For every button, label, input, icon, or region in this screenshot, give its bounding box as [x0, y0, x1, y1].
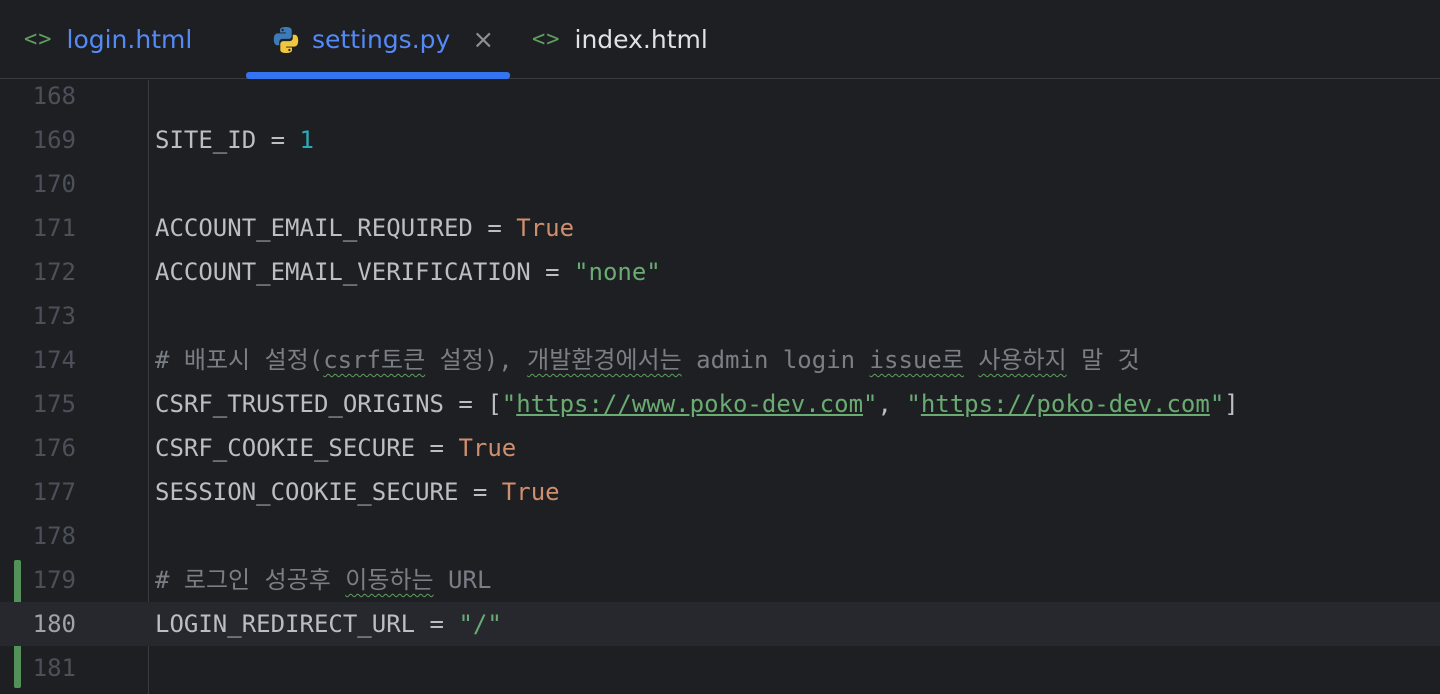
close-tab-icon[interactable]: ×	[472, 27, 494, 53]
line-number: 177	[32, 478, 76, 506]
line-number: 180	[32, 610, 76, 638]
tab-label: settings.py	[312, 25, 451, 54]
code-line[interactable]: 172 ACCOUNT_EMAIL_VERIFICATION = "none"	[0, 250, 1440, 294]
typo-highlight: 이동하는	[345, 566, 434, 594]
typo-highlight: 개발환경에서는	[527, 346, 682, 374]
comment-text: 말 것	[1066, 346, 1140, 374]
line-number: 168	[32, 82, 76, 110]
code-text: LOGIN_REDIRECT_URL = "/"	[155, 602, 502, 646]
url-link[interactable]: https://www.poko-dev.com	[516, 390, 863, 418]
operator: =	[256, 126, 300, 154]
code-line[interactable]: 175 CSRF_TRUSTED_ORIGINS = ["https://www…	[0, 382, 1440, 426]
tab-index-html[interactable]: <> index.html	[532, 0, 708, 79]
line-number: 171	[32, 214, 76, 242]
identifier: LOGIN_REDIRECT_URL	[155, 610, 416, 638]
line-number: 176	[32, 434, 76, 462]
html-file-icon: <>	[24, 27, 53, 52]
operator: =	[472, 214, 517, 242]
operator: =	[458, 478, 502, 506]
comment-text: 설정),	[425, 346, 528, 374]
identifier: ACCOUNT_EMAIL_REQUIRED	[155, 214, 473, 242]
code-editor[interactable]: 168 169 SITE_ID = 1 170 171 ACCOUNT_EMAI…	[0, 80, 1440, 694]
quote: "	[1209, 390, 1225, 418]
identifier: SITE_ID	[155, 126, 257, 154]
string-literal: "/"	[458, 610, 502, 638]
tab-label: index.html	[574, 25, 708, 54]
code-line[interactable]: 169 SITE_ID = 1	[0, 118, 1440, 162]
code-text: ACCOUNT_EMAIL_REQUIRED = True	[155, 206, 574, 250]
editor-tab-bar: <> login.html settings.py × <> index.htm…	[0, 0, 1440, 79]
line-number: 173	[32, 302, 76, 330]
typo-highlight: issue로	[869, 346, 964, 374]
comment-text: URL	[433, 566, 492, 594]
code-line[interactable]: 170	[0, 162, 1440, 206]
code-line[interactable]: 171 ACCOUNT_EMAIL_REQUIRED = True	[0, 206, 1440, 250]
identifier: SESSION_COOKIE_SECURE	[155, 478, 459, 506]
line-number: 179	[32, 566, 76, 594]
tab-login-html[interactable]: <> login.html	[24, 0, 192, 79]
keyword-literal: True	[516, 214, 575, 242]
identifier: ACCOUNT_EMAIL_VERIFICATION	[155, 258, 531, 286]
code-line[interactable]: 178	[0, 514, 1440, 558]
code-line[interactable]: 174 # 배포시 설정(csrf토큰 설정), 개발환경에서는 admin l…	[0, 338, 1440, 382]
typo-highlight: csrf토큰	[323, 346, 426, 374]
keyword-literal: True	[501, 478, 560, 506]
operator: = [	[443, 390, 502, 418]
code-line[interactable]: 176 CSRF_COOKIE_SECURE = True	[0, 426, 1440, 470]
number-literal: 1	[299, 126, 314, 154]
quote: "	[906, 390, 921, 418]
comment-text: # 배포시 설정(	[155, 346, 324, 374]
code-text: SESSION_COOKIE_SECURE = True	[155, 470, 560, 514]
comment-text	[964, 346, 978, 374]
code-line[interactable]: 181	[0, 646, 1440, 690]
quote: "	[501, 390, 517, 418]
python-file-icon	[273, 26, 299, 53]
code-text: SITE_ID = 1	[155, 118, 314, 162]
operator: =	[415, 434, 459, 462]
comment: # 로그인 성공후 이동하는 URL	[155, 558, 491, 602]
identifier: CSRF_TRUSTED_ORIGINS	[155, 390, 444, 418]
html-file-icon: <>	[532, 27, 561, 52]
comment: # 배포시 설정(csrf토큰 설정), 개발환경에서는 admin login…	[155, 338, 1140, 382]
bracket: ]	[1224, 390, 1239, 418]
code-text: ACCOUNT_EMAIL_VERIFICATION = "none"	[155, 250, 661, 294]
url-link[interactable]: https://poko-dev.com	[921, 390, 1210, 418]
code-line[interactable]: 173	[0, 294, 1440, 338]
separator: ,	[877, 390, 907, 418]
keyword-literal: True	[458, 434, 517, 462]
code-text: CSRF_TRUSTED_ORIGINS = ["https://www.pok…	[155, 382, 1239, 426]
operator: =	[530, 258, 575, 286]
typo-highlight: 사용하지	[978, 346, 1067, 374]
tab-settings-py[interactable]: settings.py ×	[270, 0, 494, 79]
line-number: 181	[32, 654, 76, 682]
line-number: 170	[32, 170, 76, 198]
code-text: CSRF_COOKIE_SECURE = True	[155, 426, 516, 470]
tab-label: login.html	[66, 25, 193, 54]
code-line-current[interactable]: 180 LOGIN_REDIRECT_URL = "/"	[0, 602, 1440, 646]
operator: =	[415, 610, 459, 638]
code-line[interactable]: 177 SESSION_COOKIE_SECURE = True	[0, 470, 1440, 514]
line-number: 172	[32, 258, 76, 286]
line-number: 169	[32, 126, 76, 154]
line-number: 175	[32, 390, 76, 418]
code-line[interactable]: 168	[0, 74, 1440, 118]
identifier: CSRF_COOKIE_SECURE	[155, 434, 416, 462]
code-line[interactable]: 179 # 로그인 성공후 이동하는 URL	[0, 558, 1440, 602]
comment-text: # 로그인 성공후	[155, 566, 346, 594]
line-number: 174	[32, 346, 76, 374]
string-literal: "none"	[574, 258, 661, 286]
line-number: 178	[32, 522, 76, 550]
quote: "	[863, 390, 878, 418]
comment-text: admin login	[681, 346, 870, 374]
